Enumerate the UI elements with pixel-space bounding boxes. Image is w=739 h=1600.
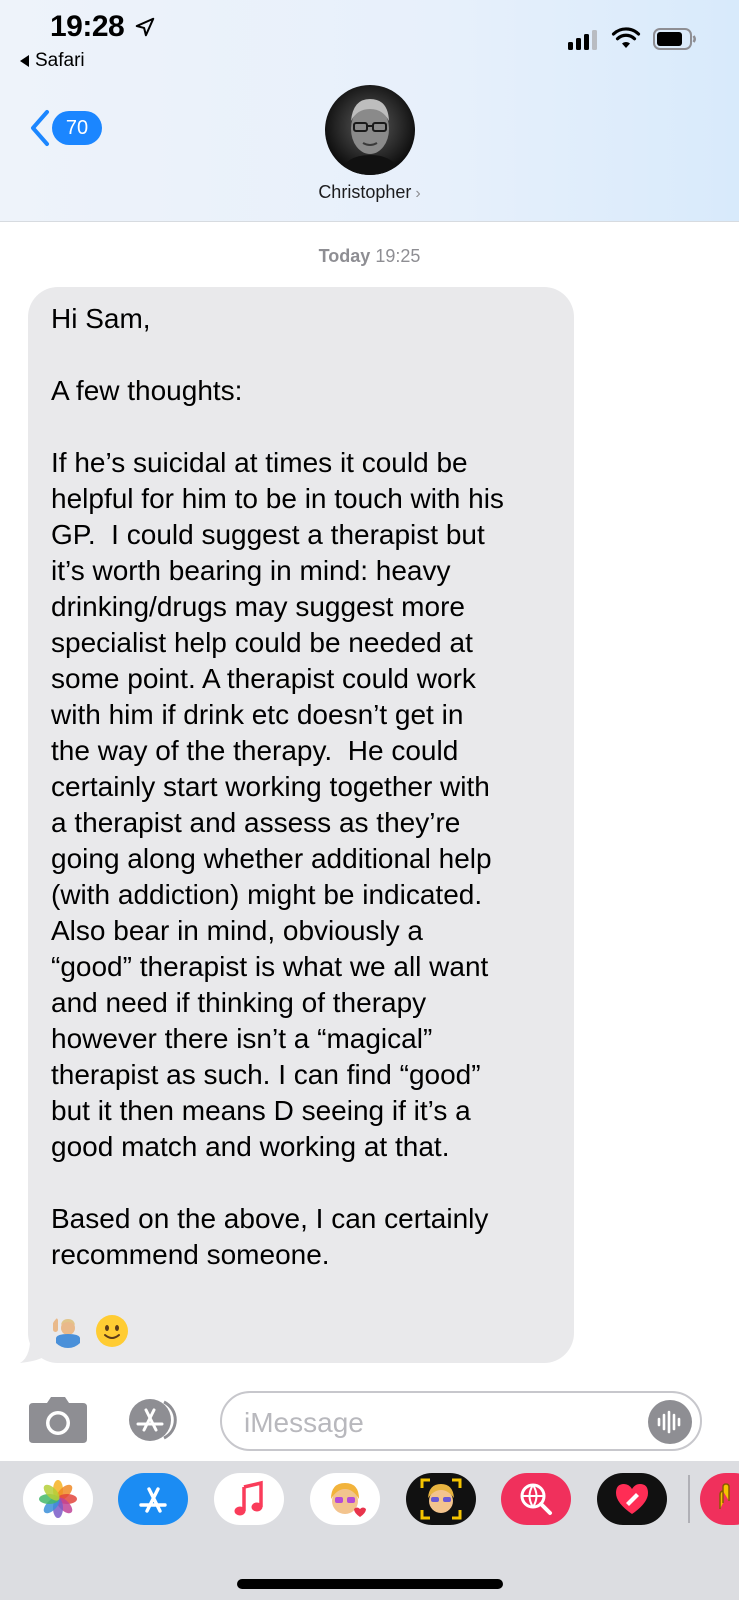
music-app-button[interactable] [214, 1473, 284, 1525]
more-app-button[interactable] [700, 1473, 739, 1525]
waving-hand-icon [719, 1483, 730, 1509]
memoji-stickers-app-button[interactable] [310, 1473, 380, 1525]
message-paragraph: Based on the above, I can certainly reco… [51, 1203, 489, 1270]
animoji-icon [420, 1478, 462, 1520]
photos-icon [39, 1480, 77, 1518]
status-time: 19:28 [50, 10, 125, 43]
memoji-sticker-icon [331, 1483, 366, 1517]
photos-app-button[interactable] [23, 1473, 93, 1525]
music-note-icon [234, 1480, 263, 1516]
message-paragraph: Hi Sam, [51, 303, 151, 334]
received-message-bubble[interactable]: Hi Sam, A few thoughts: If he’s suicidal… [28, 287, 574, 1363]
chevron-left-icon [31, 110, 49, 146]
avatar-photo-icon [339, 99, 401, 175]
cellular-signal-icon [568, 30, 597, 50]
wifi-icon [611, 27, 641, 48]
app-store-app-button[interactable] [118, 1473, 188, 1525]
message-timestamp: Today 19:25 [0, 246, 739, 267]
message-paragraph: If he’s suicidal at times it could be he… [51, 447, 504, 1162]
chevron-right-icon: › [415, 185, 421, 202]
globe-search-icon [520, 1483, 552, 1515]
app-store-icon [139, 1487, 167, 1513]
timestamp-day: Today [318, 246, 371, 266]
contact-name-button[interactable]: Christopher › [0, 182, 739, 203]
location-arrow-icon [135, 17, 155, 37]
images-search-app-button[interactable] [501, 1473, 571, 1525]
battery-icon [653, 28, 696, 50]
drawer-divider [688, 1475, 690, 1523]
imessage-placeholder: iMessage [244, 1407, 364, 1438]
contact-avatar[interactable] [325, 85, 415, 175]
back-button[interactable]: 70 [28, 108, 102, 148]
person-raising-hand-emoji-icon [53, 1318, 80, 1348]
slightly-smiling-face-icon [96, 1315, 128, 1347]
heart-touch-icon [616, 1484, 648, 1514]
message-paragraph: A few thoughts: [51, 375, 243, 406]
contact-name: Christopher [318, 182, 412, 202]
conversation-header: 19:28 Safari 70 Christopher › [0, 0, 739, 222]
message-text: Hi Sam, A few thoughts: If he’s suicidal… [51, 301, 554, 1273]
camera-icon[interactable] [29, 1397, 87, 1443]
unread-count-badge: 70 [52, 111, 102, 145]
timestamp-time: 19:25 [375, 246, 421, 266]
digital-touch-app-button[interactable] [597, 1473, 667, 1525]
back-to-app-link[interactable]: Safari [20, 50, 85, 72]
animoji-app-button[interactable] [406, 1473, 476, 1525]
home-indicator [237, 1579, 503, 1589]
back-triangle-icon [20, 55, 29, 67]
emoji-row [51, 1314, 129, 1348]
waveform-icon [657, 1410, 681, 1434]
app-store-button-icon[interactable] [124, 1398, 188, 1442]
imessage-input[interactable]: iMessage [220, 1391, 702, 1451]
audio-message-button[interactable] [648, 1400, 692, 1444]
back-app-label: Safari [35, 50, 85, 71]
